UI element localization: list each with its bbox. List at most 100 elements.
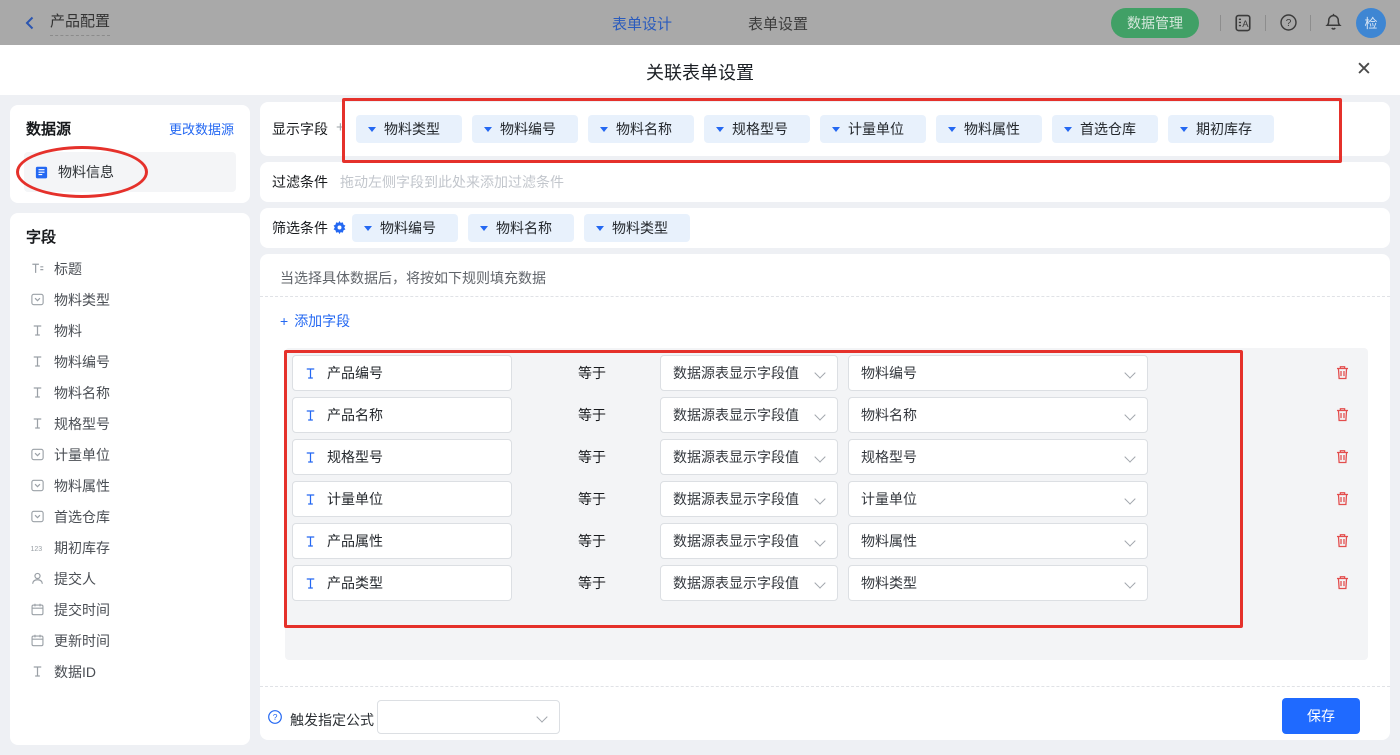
source-field-select[interactable]: 物料名称 <box>848 397 1148 433</box>
datasource-item[interactable]: 物料信息 <box>24 152 236 192</box>
data-manage-button[interactable]: 数据管理 <box>1111 8 1199 38</box>
field-tag[interactable]: 物料名称 <box>468 214 574 242</box>
field-list-item[interactable]: 物料名称 <box>10 377 250 408</box>
add-display-field-icon[interactable]: + <box>336 119 345 136</box>
display-fields-label: 显示字段 <box>272 102 328 156</box>
field-list-item[interactable]: 物料编号 <box>10 346 250 377</box>
close-icon[interactable]: ✕ <box>1356 58 1372 81</box>
trigger-formula-select[interactable] <box>377 700 560 734</box>
field-tag[interactable]: 物料类型 <box>356 115 462 143</box>
source-field-select[interactable]: 规格型号 <box>848 439 1148 475</box>
caret-down-icon <box>364 226 372 235</box>
field-tag[interactable]: 物料名称 <box>588 115 694 143</box>
screen-condition-tags: 物料编号 物料名称 物料类型 <box>352 214 690 242</box>
field-tag[interactable]: 物料编号 <box>352 214 458 242</box>
fields-title: 字段 <box>10 213 250 253</box>
bell-icon[interactable] <box>1322 12 1344 34</box>
divider <box>1220 15 1221 31</box>
source-field-select[interactable]: 物料属性 <box>848 523 1148 559</box>
field-tag[interactable]: 计量单位 <box>820 115 926 143</box>
trash-icon[interactable] <box>1334 490 1351 507</box>
app-window: 产品配置 表单设计 表单设置 数据管理 检 关联表单设置 ✕ 数据源 更改数据源… <box>0 0 1400 755</box>
field-list-item[interactable]: 更新时间 <box>10 625 250 656</box>
calendar-icon <box>30 602 45 617</box>
source-field-select[interactable]: 物料编号 <box>848 355 1148 391</box>
text-icon <box>303 450 318 465</box>
source-type-select[interactable]: 数据源表显示字段值 <box>660 523 838 559</box>
field-label: 首选仓库 <box>54 507 110 527</box>
help-circle-icon[interactable] <box>267 709 283 725</box>
operator-label: 等于 <box>578 481 622 517</box>
caret-down-icon <box>484 127 492 136</box>
source-field-select[interactable]: 计量单位 <box>848 481 1148 517</box>
save-button[interactable]: 保存 <box>1282 698 1360 734</box>
field-list-item[interactable]: 提交时间 <box>10 594 250 625</box>
help-icon[interactable] <box>1277 12 1299 34</box>
source-field-select[interactable]: 物料类型 <box>848 565 1148 601</box>
chevron-down-icon <box>814 535 825 546</box>
field-label: 期初库存 <box>54 538 110 558</box>
number-icon <box>30 540 45 555</box>
operator-label: 等于 <box>578 439 622 475</box>
display-fields-row: 显示字段 + 物料类型 物料编号 物料名称 规格型号 计量单位 物料属性 首选仓… <box>260 102 1390 156</box>
trash-icon[interactable] <box>1334 364 1351 381</box>
avatar[interactable]: 检 <box>1356 8 1386 38</box>
modal-header: 关联表单设置 <box>0 45 1400 95</box>
caret-down-icon <box>1064 127 1072 136</box>
text-icon <box>30 323 45 338</box>
address-book-icon[interactable] <box>1232 12 1254 34</box>
field-tag[interactable]: 物料编号 <box>472 115 578 143</box>
trash-icon[interactable] <box>1334 574 1351 591</box>
field-list-item[interactable]: 物料属性 <box>10 470 250 501</box>
fields-panel: 字段 标题 物料类型 物料 物料编号 物料名称 规格型号 计量单位 物料属性 首… <box>10 213 250 745</box>
field-list-item[interactable]: 首选仓库 <box>10 501 250 532</box>
trigger-formula-label: 触发指定公式 <box>290 710 374 730</box>
field-list-item[interactable]: 物料类型 <box>10 284 250 315</box>
tag-label: 物料类型 <box>612 218 668 238</box>
tab-form-settings[interactable]: 表单设置 <box>748 13 808 34</box>
trash-icon[interactable] <box>1334 448 1351 465</box>
change-datasource-link[interactable]: 更改数据源 <box>169 119 234 138</box>
filter-dropzone[interactable]: 过滤条件 拖动左侧字段到此处来添加过滤条件 <box>260 162 1390 202</box>
field-label: 标题 <box>54 259 82 279</box>
field-tag[interactable]: 期初库存 <box>1168 115 1274 143</box>
person-icon <box>30 571 45 586</box>
source-type-select[interactable]: 数据源表显示字段值 <box>660 439 838 475</box>
field-tag[interactable]: 首选仓库 <box>1052 115 1158 143</box>
target-field-input[interactable]: 产品名称 <box>292 397 512 433</box>
datasource-item-label: 物料信息 <box>58 162 114 182</box>
field-list-item[interactable]: 规格型号 <box>10 408 250 439</box>
plus-icon: + <box>280 313 288 329</box>
filter-placeholder: 拖动左侧字段到此处来添加过滤条件 <box>340 162 564 202</box>
tab-form-design[interactable]: 表单设计 <box>612 13 672 34</box>
field-tag[interactable]: 物料类型 <box>584 214 690 242</box>
field-list-item[interactable]: 计量单位 <box>10 439 250 470</box>
field-list-item[interactable]: 提交人 <box>10 563 250 594</box>
field-list-item[interactable]: 标题 <box>10 253 250 284</box>
target-field-input[interactable]: 产品编号 <box>292 355 512 391</box>
field-tag[interactable]: 规格型号 <box>704 115 810 143</box>
target-field-input[interactable]: 产品属性 <box>292 523 512 559</box>
target-field-input[interactable]: 规格型号 <box>292 439 512 475</box>
text-icon <box>30 354 45 369</box>
trash-icon[interactable] <box>1334 406 1351 423</box>
gear-icon[interactable] <box>332 220 347 235</box>
target-field-input[interactable]: 产品类型 <box>292 565 512 601</box>
field-list-item[interactable]: 物料 <box>10 315 250 346</box>
source-type-select[interactable]: 数据源表显示字段值 <box>660 355 838 391</box>
caret-down-icon <box>832 127 840 136</box>
add-field-link[interactable]: + 添加字段 <box>280 311 350 331</box>
rules-hint: 当选择具体数据后，将按如下规则填充数据 <box>280 268 546 288</box>
text-icon <box>303 366 318 381</box>
field-list-item[interactable]: 期初库存 <box>10 532 250 563</box>
trash-icon[interactable] <box>1334 532 1351 549</box>
field-tag[interactable]: 物料属性 <box>936 115 1042 143</box>
back-button[interactable]: 产品配置 <box>22 10 110 36</box>
field-list-item[interactable]: 数据ID <box>10 656 250 687</box>
tag-label: 物料类型 <box>384 119 440 139</box>
source-type-select[interactable]: 数据源表显示字段值 <box>660 481 838 517</box>
source-type-select[interactable]: 数据源表显示字段值 <box>660 565 838 601</box>
target-field-input[interactable]: 计量单位 <box>292 481 512 517</box>
source-type-select[interactable]: 数据源表显示字段值 <box>660 397 838 433</box>
divider <box>260 686 1390 687</box>
